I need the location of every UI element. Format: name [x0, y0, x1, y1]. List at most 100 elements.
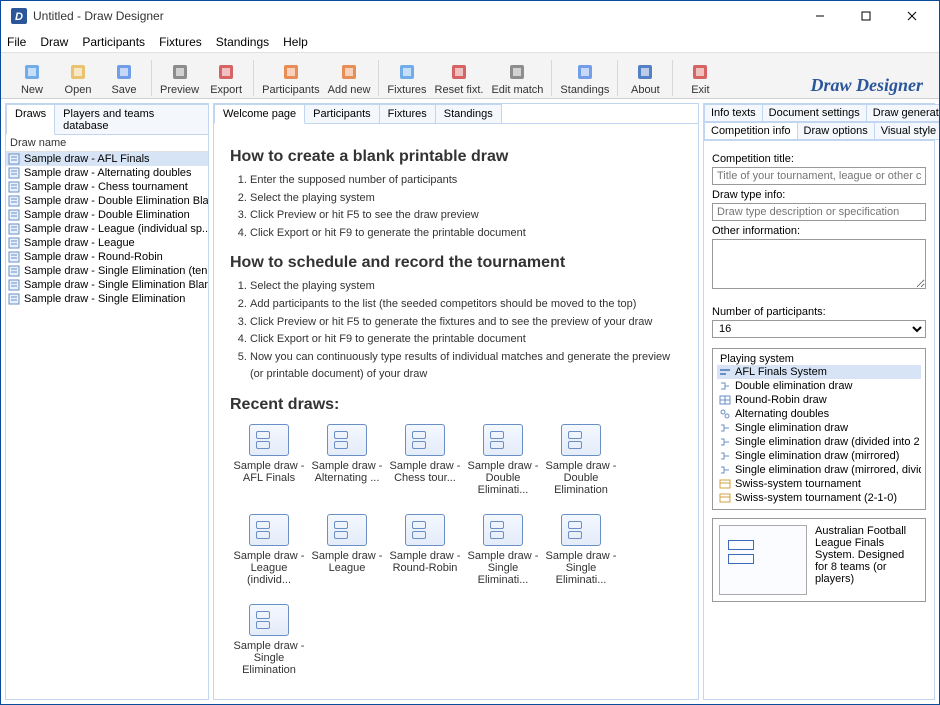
preview-description: Australian Football League Finals System… [815, 525, 919, 595]
playing-system-item[interactable]: Double elimination draw [717, 379, 921, 393]
playing-system-item[interactable]: Swiss-system tournament [717, 477, 921, 491]
tab-welcome[interactable]: Welcome page [214, 104, 305, 124]
recent-draw-item[interactable]: Sample draw - Single Elimination [230, 604, 308, 676]
recent-draw-item[interactable]: Sample draw - League (individ... [230, 514, 308, 586]
draws-column-header: Draw name [6, 135, 208, 152]
recent-draw-item[interactable]: Sample draw - League [308, 514, 386, 586]
other-info-input[interactable] [712, 239, 926, 289]
menu-file[interactable]: File [7, 35, 26, 49]
tab-standings[interactable]: Standings [435, 104, 502, 124]
toolbar-add-new-button[interactable]: Add new [328, 62, 371, 96]
menu-standings[interactable]: Standings [216, 35, 269, 49]
draw-thumbnail-icon [249, 604, 289, 636]
tab-draws[interactable]: Draws [6, 104, 55, 135]
tab-competition-info[interactable]: Competition info [704, 122, 798, 140]
toolbar-save-button[interactable]: Save [105, 62, 143, 96]
menu-fixtures[interactable]: Fixtures [159, 35, 202, 49]
draw-list-item[interactable]: Sample draw - Chess tournament [6, 180, 208, 194]
minimize-button[interactable] [797, 1, 843, 31]
tab-draw-options[interactable]: Draw options [797, 122, 875, 140]
draw-file-icon [8, 279, 20, 291]
draw-list-item[interactable]: Sample draw - League [6, 236, 208, 250]
tab-visual-style[interactable]: Visual style [874, 122, 939, 140]
toolbar-new-button[interactable]: New [13, 62, 51, 96]
menu-help[interactable]: Help [283, 35, 308, 49]
label-competition-title: Competition title: [712, 153, 926, 165]
recent-draw-item[interactable]: Sample draw - AFL Finals [230, 424, 308, 496]
toolbar: NewOpenSave PreviewExport Participants Add … [1, 53, 939, 99]
draw-list-item[interactable]: Sample draw - AFL Finals [6, 152, 208, 166]
recent-draw-item[interactable]: Sample draw - Round-Robin [386, 514, 464, 586]
preview-icon [170, 62, 190, 82]
toolbar-fixtures-button[interactable]: Fixtures [387, 62, 426, 96]
playing-system-item[interactable]: Alternating doubles [717, 407, 921, 421]
draw-list-item[interactable]: Sample draw - Single Elimination [6, 292, 208, 306]
recent-draw-item[interactable]: Sample draw - Double Eliminati... [464, 424, 542, 496]
competition-title-input[interactable] [712, 167, 926, 185]
playing-system-item[interactable]: AFL Finals System [717, 365, 921, 379]
menubar: File Draw Participants Fixtures Standing… [1, 31, 939, 53]
toolbar-standings-button[interactable]: Standings [560, 62, 609, 96]
menu-participants[interactable]: Participants [82, 35, 145, 49]
menu-draw[interactable]: Draw [40, 35, 68, 49]
draw-thumbnail-icon [483, 514, 523, 546]
toolbar-exit-button[interactable]: Exit [681, 62, 719, 96]
tab-players-db[interactable]: Players and teams database [54, 104, 209, 135]
draw-list-item[interactable]: Sample draw - League (individual sp... [6, 222, 208, 236]
recent-draw-item[interactable]: Sample draw - Single Eliminati... [464, 514, 542, 586]
draw-list-item[interactable]: Sample draw - Single Elimination (ten... [6, 264, 208, 278]
draw-list-item[interactable]: Sample draw - Double Elimination [6, 208, 208, 222]
recent-draw-item[interactable]: Sample draw - Single Eliminati... [542, 514, 620, 586]
recent-draw-item[interactable]: Sample draw - Double Elimination [542, 424, 620, 496]
num-participants-select[interactable]: 16 [712, 320, 926, 338]
open-icon [68, 62, 88, 82]
playing-system-legend: Playing system [717, 353, 797, 365]
playing-system-icon [719, 409, 731, 419]
instruction-step: Now you can continuously type results of… [250, 349, 682, 384]
section1-title: How to create a blank printable draw [230, 148, 682, 166]
playing-system-icon [719, 479, 731, 489]
toolbar-preview-button[interactable]: Preview [160, 62, 199, 96]
draw-thumbnail-icon [561, 424, 601, 456]
close-button[interactable] [889, 1, 935, 31]
toolbar-open-button[interactable]: Open [59, 62, 97, 96]
reset-fixt--icon [449, 62, 469, 82]
tab-document-settings[interactable]: Document settings [762, 104, 867, 122]
playing-system-item[interactable]: Single elimination draw (divided into 2 … [717, 435, 921, 449]
tab-participants[interactable]: Participants [304, 104, 379, 124]
tab-info-texts[interactable]: Info texts [704, 104, 763, 122]
brand-logo: Draw Designer [810, 75, 931, 96]
toolbar-about-button[interactable]: About [626, 62, 664, 96]
toolbar-edit-match-button[interactable]: Edit match [491, 62, 543, 96]
draw-file-icon [8, 153, 20, 165]
recent-draw-item[interactable]: Sample draw - Chess tour... [386, 424, 464, 496]
draw-list-item[interactable]: Sample draw - Double Elimination Blank [6, 194, 208, 208]
playing-system-item[interactable]: Round-Robin draw [717, 393, 921, 407]
save-icon [114, 62, 134, 82]
draw-type-input[interactable] [712, 203, 926, 221]
instruction-step: Click Export or hit F9 to generate the p… [250, 225, 682, 243]
draw-file-icon [8, 167, 20, 179]
toolbar-export-button[interactable]: Export [207, 62, 245, 96]
maximize-button[interactable] [843, 1, 889, 31]
playing-system-icon [719, 493, 731, 503]
preview-thumb-icon [719, 525, 807, 595]
edit-match-icon [507, 62, 527, 82]
draw-list-item[interactable]: Sample draw - Single Elimination Blank [6, 278, 208, 292]
playing-system-item[interactable]: Swiss-system tournament (2-1-0) [717, 491, 921, 505]
tab-draw-gen-log[interactable]: Draw generation log [866, 104, 939, 122]
playing-system-item[interactable]: Single elimination draw [717, 421, 921, 435]
toolbar-participants-button[interactable]: Participants [262, 62, 319, 96]
tab-fixtures[interactable]: Fixtures [379, 104, 436, 124]
draw-list-item[interactable]: Sample draw - Alternating doubles [6, 166, 208, 180]
draw-list-item[interactable]: Sample draw - Round-Robin [6, 250, 208, 264]
instruction-step: Click Export or hit F9 to generate the p… [250, 331, 682, 349]
playing-system-item[interactable]: Single elimination draw (mirrored, divid… [717, 463, 921, 477]
toolbar-reset-fixt--button[interactable]: Reset fixt. [435, 62, 484, 96]
playing-system-item[interactable]: Single elimination draw (mirrored) [717, 449, 921, 463]
recent-draw-item[interactable]: Sample draw - Alternating ... [308, 424, 386, 496]
fixtures-icon [397, 62, 417, 82]
draw-thumbnail-icon [249, 424, 289, 456]
draw-file-icon [8, 195, 20, 207]
playing-system-icon [719, 451, 731, 461]
